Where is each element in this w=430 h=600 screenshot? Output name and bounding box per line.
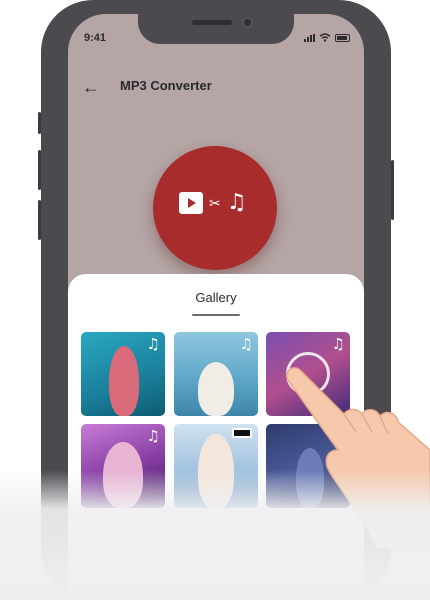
- gallery-title: Gallery: [195, 290, 237, 305]
- music-note-icon: ♫: [239, 335, 253, 353]
- status-time: 9:41: [84, 32, 107, 44]
- front-camera: [242, 17, 253, 28]
- music-note-icon: ♫: [331, 335, 345, 353]
- battery-icon: [335, 33, 350, 42]
- music-note-icon: ♫: [226, 190, 247, 215]
- gallery-tab-indicator: [192, 314, 240, 316]
- gallery-item[interactable]: ♫: [81, 332, 165, 416]
- wifi-icon: [319, 33, 331, 42]
- gallery-item[interactable]: ♫: [174, 332, 258, 416]
- scissors-icon: ✂: [209, 195, 221, 211]
- mute-switch: [38, 112, 41, 134]
- bottom-fade: [0, 470, 430, 600]
- convert-icons: ✂ ♫: [179, 192, 246, 214]
- convert-button[interactable]: ✂ ♫: [153, 146, 277, 270]
- music-note-icon: ♫: [146, 335, 160, 353]
- signal-icon: [304, 33, 315, 42]
- artist-figure: [109, 346, 139, 416]
- volume-down-button: [38, 200, 41, 240]
- power-button: [391, 160, 394, 220]
- volume-up-button: [38, 150, 41, 190]
- back-arrow-icon[interactable]: ←: [82, 78, 100, 96]
- video-play-icon: [179, 192, 203, 214]
- speaker-grille: [192, 20, 232, 25]
- phone-notch: [138, 14, 294, 44]
- page-title: MP3 Converter: [120, 78, 212, 93]
- music-note-icon: ♫: [146, 427, 160, 445]
- artist-figure: [198, 362, 234, 416]
- explicit-label-icon: [232, 428, 252, 438]
- status-icons: [304, 33, 350, 42]
